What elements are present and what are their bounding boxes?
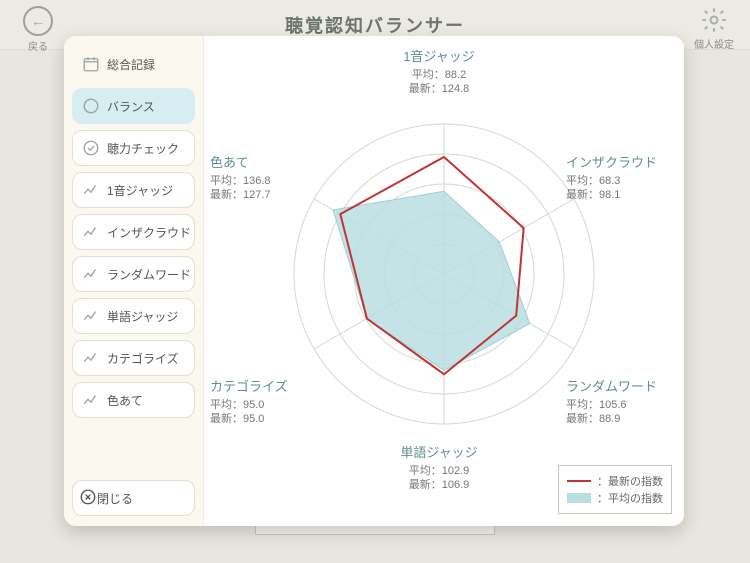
- back-label: 戻る: [18, 38, 58, 53]
- axis-label-3: 単語ジャッジ平均：102.9最新：106.9: [374, 444, 504, 493]
- axis-avg: 平均：88.2: [374, 68, 504, 83]
- sidebar-item-balance[interactable]: バランス: [72, 88, 195, 124]
- settings-label: 個人設定: [692, 36, 736, 51]
- line-chart-icon: [79, 388, 103, 412]
- sidebar-item-hearing[interactable]: 聴力チェック: [72, 130, 195, 166]
- axis-latest: 最新：88.9: [566, 412, 696, 427]
- records-sidebar: 総合記録 バランス 聴力チェック 1音ジャッジ インザクラウド ランダムワード …: [64, 36, 204, 526]
- legend-label-latest: ：最新の指数: [597, 473, 663, 489]
- app-title: 聴覚認知バランサー: [0, 12, 750, 38]
- axis-latest: 最新：98.1: [566, 188, 696, 203]
- line-chart-icon: [79, 178, 103, 202]
- axis-label-1: インザクラウド平均：68.3最新：98.1: [566, 154, 696, 203]
- axis-latest: 最新：95.0: [210, 412, 340, 427]
- records-modal: 総合記録 バランス 聴力チェック 1音ジャッジ インザクラウド ランダムワード …: [64, 36, 684, 526]
- balance-icon: [79, 94, 103, 118]
- legend-label-avg: ：平均の指数: [597, 490, 663, 506]
- axis-name: インザクラウド: [566, 154, 696, 172]
- axis-label-0: 1音ジャッジ平均：88.2最新：124.8: [374, 48, 504, 97]
- close-label: 閉じる: [97, 490, 133, 507]
- axis-name: 1音ジャッジ: [374, 48, 504, 66]
- axis-avg: 平均：95.0: [210, 398, 340, 413]
- axis-label-2: ランダムワード平均：105.6最新：88.9: [566, 378, 696, 427]
- line-chart-icon: [79, 262, 103, 286]
- axis-label-5: 色あて平均：136.8最新：127.7: [210, 154, 340, 203]
- axis-avg: 平均：105.6: [566, 398, 696, 413]
- sidebar-item-cloud[interactable]: インザクラウド: [72, 214, 195, 250]
- axis-label-4: カテゴライズ平均：95.0最新：95.0: [210, 378, 340, 427]
- gear-icon: [700, 6, 728, 34]
- close-button[interactable]: 閉じる: [72, 480, 195, 516]
- sidebar-item-label: インザクラウド: [107, 224, 191, 241]
- sidebar-item-summary[interactable]: 総合記録: [72, 46, 195, 82]
- sidebar-item-label: ランダムワード: [107, 266, 191, 283]
- sidebar-item-label: 色あて: [107, 392, 143, 409]
- check-icon: [79, 136, 103, 160]
- axis-avg: 平均：136.8: [210, 174, 340, 189]
- settings-button[interactable]: 個人設定: [692, 6, 736, 51]
- legend-swatch-avg: [567, 493, 591, 503]
- close-icon: [79, 488, 97, 509]
- radar-chart-pane: 1音ジャッジ平均：88.2最新：124.8インザクラウド平均：68.3最新：98…: [204, 36, 684, 526]
- chart-legend: ：最新の指数 ：平均の指数: [558, 465, 672, 514]
- sidebar-item-label: 単語ジャッジ: [107, 308, 178, 325]
- axis-latest: 最新：106.9: [374, 478, 504, 493]
- sidebar-item-color[interactable]: 色あて: [72, 382, 195, 418]
- calendar-icon: [79, 52, 103, 76]
- legend-swatch-latest: [567, 480, 591, 482]
- axis-avg: 平均：68.3: [566, 174, 696, 189]
- sidebar-item-random[interactable]: ランダムワード: [72, 256, 195, 292]
- sidebar-item-label: バランス: [107, 98, 155, 115]
- sidebar-item-word[interactable]: 単語ジャッジ: [72, 298, 195, 334]
- axis-name: 色あて: [210, 154, 340, 172]
- sidebar-item-label: 1音ジャッジ: [107, 182, 173, 199]
- sidebar-item-1on[interactable]: 1音ジャッジ: [72, 172, 195, 208]
- line-chart-icon: [79, 220, 103, 244]
- sidebar-item-label: 聴力チェック: [107, 140, 179, 157]
- line-chart-icon: [79, 346, 103, 370]
- axis-avg: 平均：102.9: [374, 464, 504, 479]
- axis-latest: 最新：124.8: [374, 82, 504, 97]
- sidebar-item-label: 総合記録: [107, 56, 155, 73]
- axis-name: 単語ジャッジ: [374, 444, 504, 462]
- axis-name: ランダムワード: [566, 378, 696, 396]
- sidebar-item-label: カテゴライズ: [107, 350, 179, 367]
- axis-name: カテゴライズ: [210, 378, 340, 396]
- line-chart-icon: [79, 304, 103, 328]
- axis-latest: 最新：127.7: [210, 188, 340, 203]
- sidebar-item-categorize[interactable]: カテゴライズ: [72, 340, 195, 376]
